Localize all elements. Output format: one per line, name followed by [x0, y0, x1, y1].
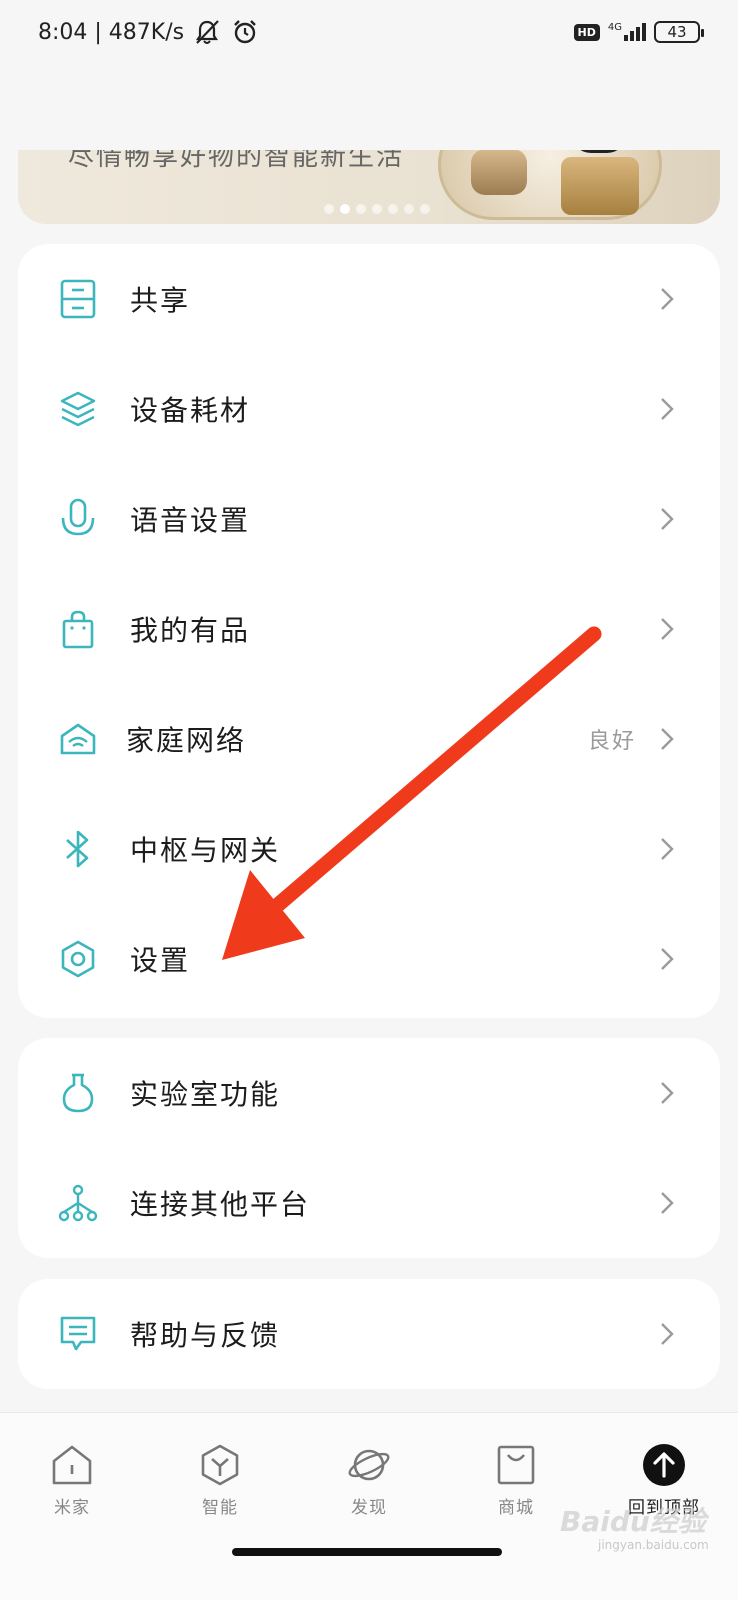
menu-item-help-feedback[interactable]: 帮助与反馈 [18, 1279, 720, 1389]
chevron-right-icon [661, 1323, 674, 1345]
flask-icon [58, 1071, 98, 1115]
share-drawer-icon [58, 277, 98, 321]
banner-product-image [438, 150, 662, 220]
watch-stand-image [561, 157, 639, 215]
menu-item-home-network[interactable]: 家庭网络 良好 [18, 684, 720, 794]
back-to-top-icon [643, 1444, 685, 1486]
status-time-speed: 8:04 | 487K/s [38, 19, 185, 45]
menu-item-consumables[interactable]: 设备耗材 [18, 354, 720, 464]
alarm-icon [234, 20, 256, 44]
nav-item-smart[interactable]: 智能 [170, 1443, 270, 1518]
pagination-dot-active [340, 204, 350, 214]
banner-text: 尽情畅享好物的智能新生活 [68, 150, 405, 172]
store-bag-icon [497, 1445, 535, 1485]
network-status-value: 良好 [587, 729, 636, 754]
menu-item-label: 我的有品 [130, 614, 251, 647]
pagination-dot [420, 204, 430, 214]
chevron-right-icon [661, 398, 674, 420]
pagination-dot [388, 204, 398, 214]
battery-icon: 43 [654, 21, 704, 43]
nav-label: 发现 [351, 1498, 387, 1518]
watch-band-image [571, 150, 627, 153]
menu-item-settings[interactable]: 设置 [18, 904, 720, 1014]
chevron-right-icon [661, 1082, 674, 1104]
watermark-logo: Baidu经验 [560, 1505, 706, 1538]
smart-cube-icon [201, 1444, 239, 1486]
nav-label: 商城 [498, 1498, 534, 1518]
hd-badge: HD [573, 23, 600, 41]
nav-item-discover[interactable]: 发现 [319, 1443, 419, 1518]
menu-item-label: 中枢与网关 [130, 834, 281, 867]
network-tree-icon [58, 1181, 98, 1225]
lab-card: 实验室功能 连接其他平台 [18, 1038, 720, 1258]
menu-item-lab[interactable]: 实验室功能 [18, 1038, 720, 1148]
menu-item-label: 设备耗材 [130, 394, 251, 427]
chevron-right-icon [661, 508, 674, 530]
hexagon-settings-icon [58, 937, 98, 981]
menu-item-label: 语音设置 [130, 504, 251, 537]
bluetooth-icon [58, 827, 98, 871]
notification-muted-icon [196, 20, 219, 44]
chevron-right-icon [661, 618, 674, 640]
menu-item-hub-gateway[interactable]: 中枢与网关 [18, 794, 720, 904]
chevron-right-icon [661, 838, 674, 860]
pagination-dot [324, 204, 334, 214]
banner-pagination [324, 204, 430, 214]
network-type: 4G [607, 22, 622, 33]
layers-icon [58, 387, 98, 431]
menu-item-voice-settings[interactable]: 语音设置 [18, 464, 720, 574]
chevron-right-icon [661, 1192, 674, 1214]
menu-item-label: 家庭网络 [126, 724, 247, 757]
menu-item-share[interactable]: 共享 [18, 244, 720, 354]
nav-item-home[interactable]: 米家 [22, 1443, 122, 1518]
menu-item-youpin[interactable]: 我的有品 [18, 574, 720, 684]
main-menu-card: 共享 设备耗材 语音设置 我的有品 家庭网络 良好 中枢与网关 设置 [18, 244, 720, 1018]
nav-label: 智能 [202, 1498, 238, 1518]
microphone-icon [58, 497, 98, 541]
signal-icon: 4G [607, 22, 646, 41]
menu-item-label: 实验室功能 [130, 1078, 281, 1111]
nav-label: 米家 [54, 1498, 90, 1518]
home-icon [52, 1445, 92, 1485]
promo-banner[interactable]: 尽情畅享好物的智能新生活 [18, 150, 720, 224]
home-indicator[interactable] [232, 1548, 502, 1556]
help-card: 帮助与反馈 [18, 1279, 720, 1389]
pagination-dot [372, 204, 382, 214]
menu-item-label: 共享 [130, 284, 191, 317]
chevron-right-icon [661, 288, 674, 310]
chevron-right-icon [661, 728, 674, 750]
status-right: HD 4G 43 [573, 21, 704, 43]
pagination-dot [356, 204, 366, 214]
shopping-bag-icon [58, 607, 98, 651]
status-bar: 8:04 | 487K/s HD 4G 43 [0, 0, 738, 64]
battery-level: 43 [667, 23, 687, 41]
nav-item-store[interactable]: 商城 [466, 1443, 566, 1518]
menu-item-connect-platforms[interactable]: 连接其他平台 [18, 1148, 720, 1258]
watermark-url: jingyan.baidu.com [598, 1538, 709, 1552]
earbuds-image [471, 150, 527, 195]
menu-item-label: 设置 [130, 944, 191, 977]
pagination-dot [404, 204, 414, 214]
status-left: 8:04 | 487K/s [38, 17, 260, 47]
home-wifi-icon [58, 717, 98, 761]
planet-icon [348, 1449, 390, 1481]
message-icon [58, 1312, 98, 1356]
chevron-right-icon [661, 948, 674, 970]
menu-item-label: 帮助与反馈 [130, 1319, 281, 1352]
menu-item-label: 连接其他平台 [130, 1188, 311, 1221]
